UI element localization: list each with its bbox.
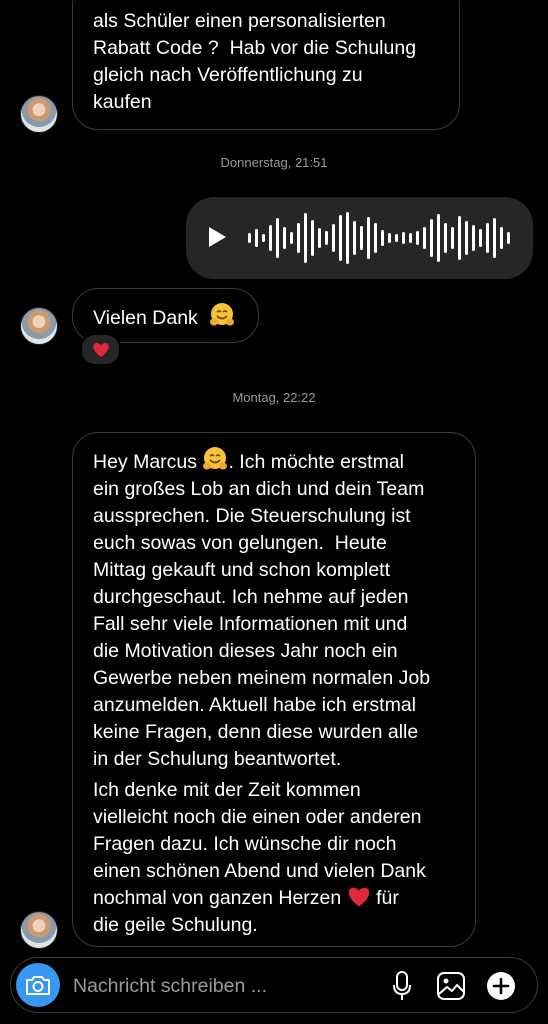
waveform-bar: [416, 231, 419, 245]
microphone-button[interactable]: [386, 970, 418, 1002]
waveform-bar: [493, 218, 496, 258]
waveform-bar: [409, 233, 412, 243]
message-text: als Schüler einen personalisierten Rabat…: [93, 10, 417, 113]
message-composer: [10, 957, 538, 1013]
camera-icon: [26, 976, 50, 995]
reaction-badge[interactable]: [80, 333, 121, 366]
waveform-bar: [290, 232, 293, 244]
red-heart-icon: [348, 887, 369, 907]
waveform-bar: [500, 227, 503, 249]
voice-message[interactable]: [186, 197, 533, 279]
waveform-bar: [304, 213, 307, 263]
waveform-bar: [353, 221, 356, 255]
hugging-face-icon: [210, 303, 235, 326]
timestamp: Donnerstag, 21:51: [220, 155, 328, 170]
waveform-bar: [269, 225, 272, 251]
hugging-face-icon: [203, 447, 228, 470]
waveform-bar: [458, 216, 461, 260]
camera-button[interactable]: [16, 963, 60, 1007]
waveform-bar: [367, 217, 370, 259]
waveform-bar: [423, 227, 426, 249]
incoming-message[interactable]: Hey Marcus . Ich möchte erstmal ein groß…: [72, 432, 476, 947]
waveform-bar: [318, 228, 321, 248]
plus-icon: [487, 972, 515, 1000]
waveform-bar: [297, 223, 300, 253]
waveform-bar: [388, 233, 391, 243]
avatar[interactable]: [20, 911, 58, 949]
heart-icon: [92, 342, 109, 357]
gallery-button[interactable]: [435, 970, 467, 1002]
waveform-bar: [444, 223, 447, 253]
waveform-bar: [465, 221, 468, 255]
waveform-bar: [374, 223, 377, 253]
message-input[interactable]: [73, 973, 373, 999]
waveform-bar: [430, 219, 433, 257]
waveform-bar: [451, 227, 454, 249]
waveform-bar: [325, 231, 328, 245]
waveform-bar: [402, 232, 405, 244]
waveform-bar: [283, 227, 286, 249]
waveform-bar: [437, 214, 440, 262]
waveform-bar: [339, 215, 342, 261]
avatar[interactable]: [20, 307, 58, 345]
waveform-bar: [479, 229, 482, 247]
timestamp: Montag, 22:22: [232, 390, 316, 405]
avatar[interactable]: [20, 95, 58, 133]
waveform-bar: [395, 234, 398, 242]
waveform-bar: [311, 220, 314, 256]
message-paragraph-1: Hey Marcus . Ich möchte erstmal ein groß…: [93, 446, 455, 773]
waveform-bar: [262, 234, 265, 242]
waveform-bar: [255, 229, 258, 247]
waveform-bar: [381, 230, 384, 246]
message-paragraph-2: Ich denke mit der Zeit kommen vielleicht…: [93, 779, 426, 936]
add-button[interactable]: [485, 970, 517, 1002]
play-icon[interactable]: [206, 225, 228, 249]
message-text: Vielen Dank: [93, 307, 198, 329]
waveform-bar: [486, 223, 489, 253]
waveform-bar: [472, 225, 475, 251]
incoming-message[interactable]: als Schüler einen personalisierten Rabat…: [72, 0, 460, 130]
waveform-icon: [248, 212, 510, 264]
microphone-icon: [393, 971, 411, 1000]
waveform-bar: [332, 224, 335, 252]
waveform-bar: [276, 218, 279, 258]
waveform-bar: [507, 232, 510, 244]
waveform-bar: [248, 233, 251, 243]
gallery-icon: [437, 972, 465, 1000]
waveform-bar: [346, 212, 349, 264]
waveform-bar: [360, 226, 363, 250]
